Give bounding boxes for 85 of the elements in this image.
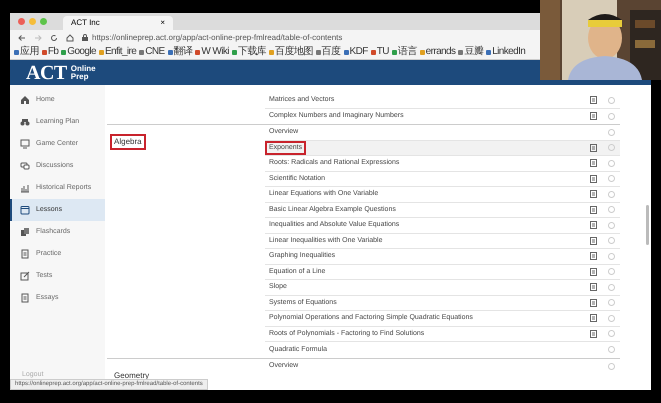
bar-chart-icon xyxy=(20,183,30,193)
cards-icon xyxy=(20,227,30,237)
document-icon[interactable] xyxy=(590,144,597,152)
bookmark-icon xyxy=(139,50,144,54)
document-icon[interactable] xyxy=(590,330,597,338)
bookmark-icon xyxy=(98,50,104,54)
back-icon[interactable] xyxy=(18,34,26,42)
document-icon[interactable] xyxy=(590,314,597,322)
bookmark[interactable]: 豆瓣 xyxy=(464,47,484,57)
bookmark[interactable]: KDF xyxy=(350,47,368,57)
bookmark-icon xyxy=(269,50,274,54)
document-icon[interactable] xyxy=(590,112,597,120)
lock-icon xyxy=(82,34,88,41)
status-circle-icon xyxy=(608,206,615,214)
bookmark[interactable]: Enfit_ire xyxy=(104,47,136,57)
status-circle-icon xyxy=(608,175,615,182)
status-circle-icon xyxy=(608,190,615,198)
bookmark[interactable]: Google xyxy=(67,47,96,57)
pencil-icon xyxy=(20,271,30,281)
document-icon[interactable] xyxy=(590,174,597,183)
status-circle-icon xyxy=(608,112,615,120)
bookmark-icon xyxy=(344,50,349,54)
status-circle-icon xyxy=(608,237,615,244)
status-circle-icon xyxy=(608,284,615,291)
bookmark[interactable]: W Wiki xyxy=(201,47,229,57)
status-circle-icon xyxy=(608,362,615,370)
status-circle-icon xyxy=(608,96,615,104)
bookmark-icon xyxy=(168,50,173,54)
document-icon[interactable] xyxy=(590,252,597,260)
bookmark-icon xyxy=(420,50,425,54)
tab-title: ACT Inc xyxy=(71,17,101,29)
status-circle-icon xyxy=(608,346,615,354)
document-icon[interactable] xyxy=(590,96,597,104)
home-icon xyxy=(20,95,30,105)
status-circle-icon xyxy=(608,128,615,136)
bookmark[interactable]: errands xyxy=(426,47,456,57)
document-icon[interactable] xyxy=(590,298,597,307)
bookmark-icon xyxy=(42,50,47,54)
bookmark-icon xyxy=(370,50,376,54)
bookmark[interactable]: 应用 xyxy=(20,47,39,57)
home-icon[interactable] xyxy=(66,34,74,42)
document-icon[interactable] xyxy=(590,283,597,292)
status-circle-icon xyxy=(608,314,615,322)
document-icon xyxy=(20,293,30,303)
status-circle-icon xyxy=(608,252,615,260)
logo-subtitle: Online Prep xyxy=(70,64,96,80)
status-circle-icon xyxy=(608,299,615,306)
bookmark[interactable]: 百度 xyxy=(322,47,341,57)
monitor-icon xyxy=(20,139,30,149)
section-title: Algebra xyxy=(110,134,146,150)
status-circle-icon xyxy=(608,144,615,152)
bookmark-icon xyxy=(195,50,200,54)
close-tab-icon[interactable]: × xyxy=(160,17,165,29)
bookmark[interactable]: 翻译 xyxy=(174,47,192,57)
bookmark-icon xyxy=(61,50,66,54)
reload-icon[interactable] xyxy=(50,34,58,42)
bookmark-icon xyxy=(486,50,492,54)
binoculars-icon xyxy=(20,117,30,127)
status-circle-icon xyxy=(608,268,615,276)
document-icon[interactable] xyxy=(590,221,597,230)
logo[interactable]: ACT xyxy=(26,62,67,82)
chat-icon xyxy=(20,161,30,171)
status-circle-icon xyxy=(608,160,615,167)
document-icon[interactable] xyxy=(590,190,597,198)
calendar-icon xyxy=(20,205,30,215)
bookmark[interactable]: 百度地图 xyxy=(275,47,313,57)
document-icon[interactable] xyxy=(590,236,597,245)
bookmark-icon xyxy=(316,50,321,54)
document-icon xyxy=(20,249,30,259)
document-icon[interactable] xyxy=(590,268,597,276)
bookmark[interactable]: CNE xyxy=(145,47,165,57)
status-circle-icon xyxy=(608,222,615,229)
status-circle-icon xyxy=(608,330,615,338)
bookmark-icon xyxy=(14,50,19,54)
bookmark-icon xyxy=(392,50,397,54)
bookmark[interactable]: Fb xyxy=(48,47,58,57)
bookmark[interactable]: LinkedIn xyxy=(492,47,526,57)
bookmark[interactable]: 下载库 xyxy=(238,47,266,57)
bookmark[interactable]: TU xyxy=(376,47,389,57)
browser-tab[interactable]: ACT Inc × xyxy=(63,16,173,30)
bookmark[interactable]: 语言 xyxy=(398,47,417,57)
bookmark-icon xyxy=(232,50,237,54)
bookmark-icon xyxy=(458,50,464,54)
document-icon[interactable] xyxy=(590,206,597,214)
document-icon[interactable] xyxy=(590,159,597,168)
